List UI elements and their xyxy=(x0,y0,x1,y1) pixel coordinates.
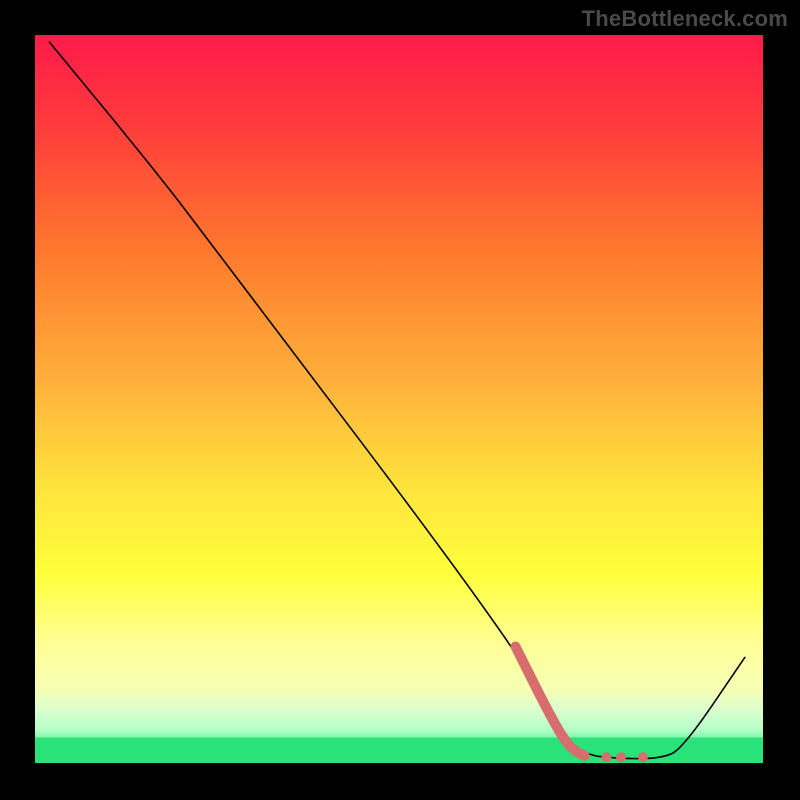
highlight-dot xyxy=(601,752,611,762)
green-baseline-band xyxy=(35,738,763,763)
plot-background xyxy=(35,35,763,763)
highlight-dot xyxy=(616,752,626,762)
bottleneck-chart xyxy=(0,0,800,800)
highlight-dot xyxy=(638,752,648,762)
chart-frame: TheBottleneck.com xyxy=(0,0,800,800)
